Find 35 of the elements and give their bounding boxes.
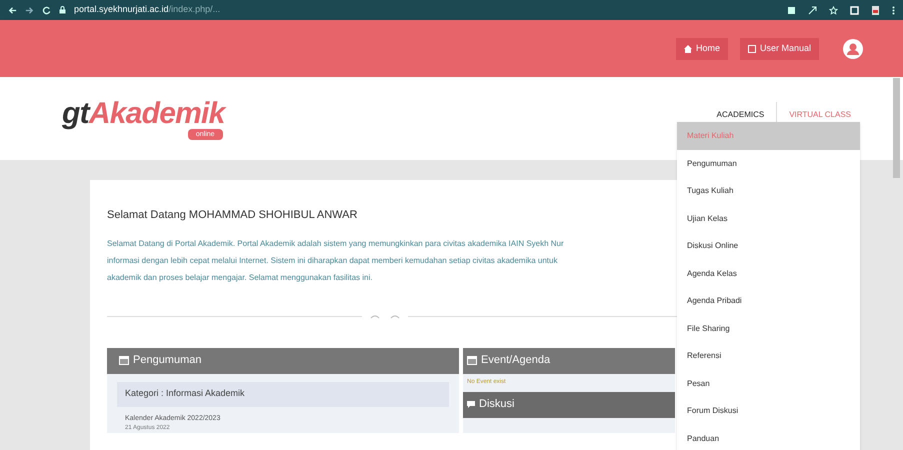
menu-item[interactable]: Tugas Kuliah [677, 177, 860, 204]
reload-icon[interactable] [42, 6, 51, 14]
home-button[interactable]: Home [676, 38, 728, 60]
calendar-icon [119, 356, 129, 365]
panel-title: Event/Agenda [481, 353, 550, 368]
menu-item[interactable]: Agenda Kelas [677, 260, 860, 287]
window-icon[interactable] [850, 6, 859, 14]
lock-icon [59, 6, 66, 14]
menu-item[interactable]: Pengumuman [677, 150, 860, 177]
menu-item[interactable]: Panduan [677, 424, 860, 450]
menu-item[interactable]: Ujian Kelas [677, 204, 860, 232]
category-label: Kategori : Informasi Akademik [117, 382, 449, 406]
scrollbar[interactable] [893, 78, 900, 178]
back-icon[interactable] [8, 6, 17, 14]
menu-item[interactable]: Agenda Pribadi [677, 287, 860, 314]
book-icon [748, 44, 756, 52]
welcome-text: Selamat Datang di Portal Akademik. Portal Akademik adalah sistem yang memungkinkan para civitas akademika IAIN Syekh Nur informasi dengan lebih cepat melalui Internet. Sistem ini diharapkan dapat memberi kemudahan setiap civitas akademika untuk akademik dan proses belajar mengajar. Selamat menggunakan fasilitas ini. [107, 238, 565, 284]
ornament-icon [370, 314, 400, 320]
menu-item[interactable]: Diskusi Online [677, 232, 860, 260]
comment-icon [467, 400, 475, 408]
manual-button[interactable]: User Manual [740, 38, 819, 60]
menu-item[interactable]: File Sharing [677, 314, 860, 342]
panel-title: Pengumuman [133, 353, 202, 368]
home-icon [684, 44, 692, 52]
menu-item[interactable]: Pesan [677, 370, 860, 397]
more-icon[interactable] [892, 6, 895, 14]
menu-item[interactable]: Forum Diskusi [677, 397, 860, 424]
avatar-icon[interactable] [843, 38, 863, 58]
calendar-icon [467, 356, 477, 365]
extension-icon[interactable] [871, 4, 880, 16]
forward-icon[interactable] [25, 6, 34, 14]
menu-item[interactable]: Referensi [677, 342, 860, 370]
panel-title: Diskusi [479, 397, 514, 412]
address-bar[interactable]: portal.syekhnurjati.ac.id/index.php/... [74, 3, 220, 17]
star-icon[interactable] [829, 6, 838, 14]
